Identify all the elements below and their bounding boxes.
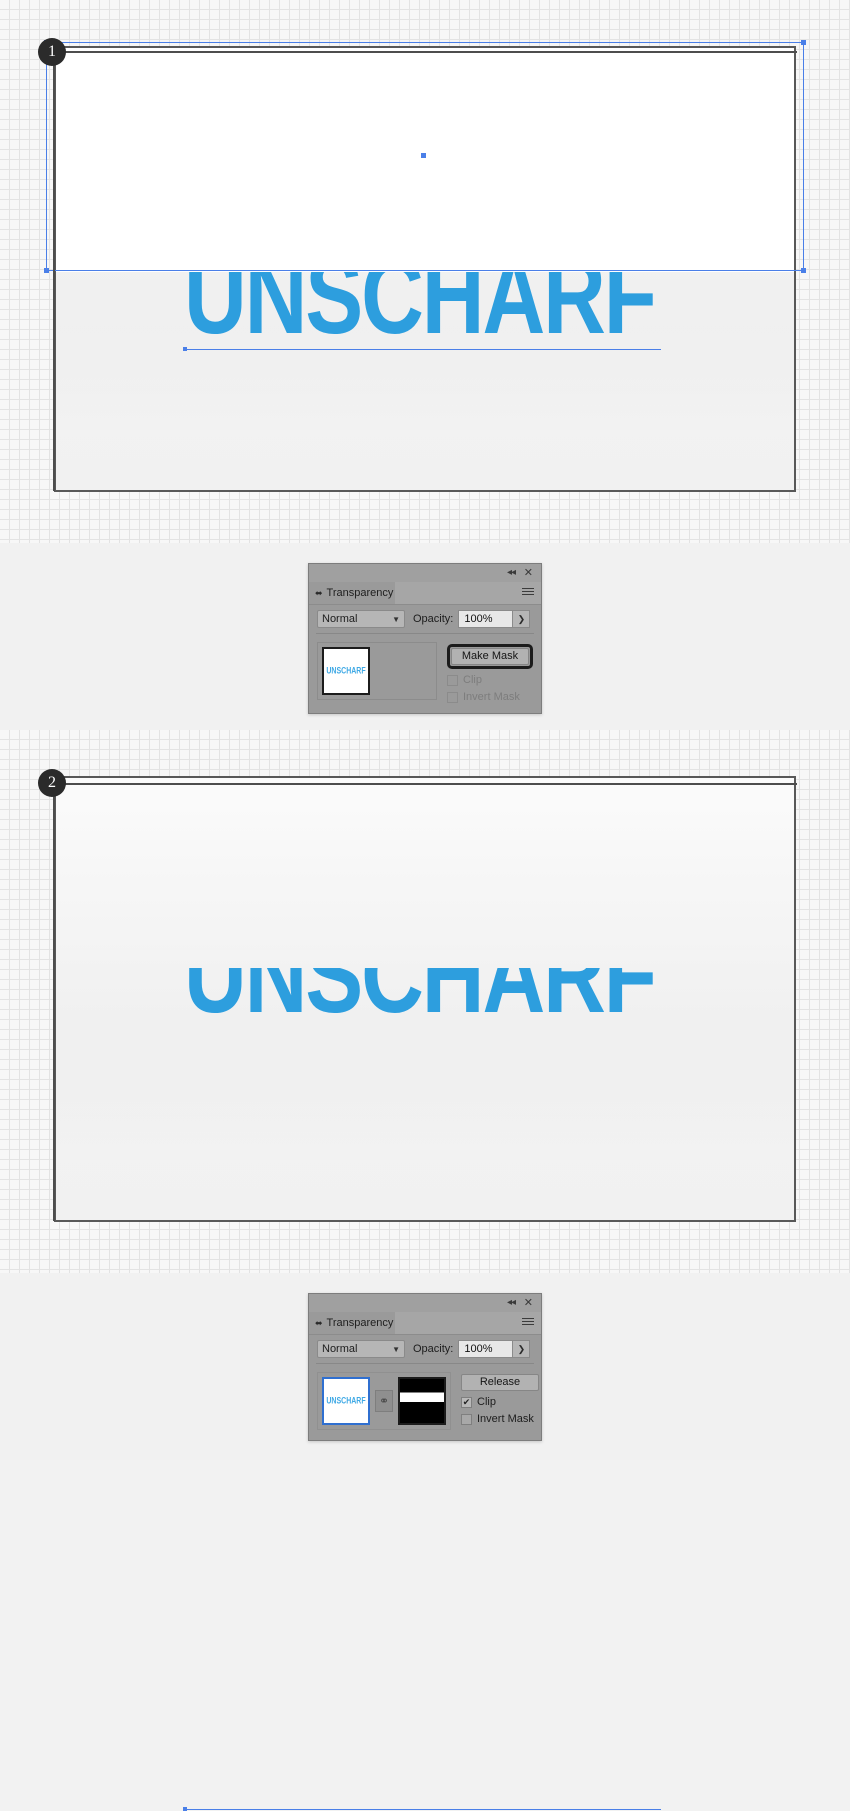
panel-body-1: UNSCHARF Make Mask Clip Invert Mask — [309, 634, 541, 713]
reflection-text-2: UNSCHARF — [184, 1080, 784, 1220]
tab-transparency-2[interactable]: ⬌ Transparency — [309, 1312, 395, 1334]
collapse-panel-icon[interactable]: ◂◂ — [507, 1297, 516, 1308]
clip-checkbox-1[interactable] — [447, 674, 458, 686]
clip-label-1: Clip — [463, 674, 482, 686]
blend-mode-select-1[interactable]: Normal ▼ — [317, 610, 405, 628]
release-button-wrap: Release — [461, 1374, 539, 1391]
blend-mode-value-2: Normal — [322, 1343, 358, 1355]
mask-thumbnail[interactable] — [398, 1377, 446, 1425]
leader-line-v-1 — [53, 51, 55, 491]
panel-tabstrip-1: ⬌ Transparency — [309, 582, 541, 605]
headline-text-2: UNSCHARF — [184, 968, 784, 1080]
collapse-panel-icon[interactable]: ◂◂ — [507, 567, 516, 578]
opacity-stepper-2[interactable]: ❯ — [512, 1340, 531, 1358]
make-mask-button[interactable]: Make Mask — [451, 648, 529, 665]
transparency-panel-2[interactable]: ◂◂ ✕ ⬌ Transparency Normal ▼ Opacity: 10… — [308, 1293, 542, 1441]
clip-label-2: Clip — [477, 1396, 496, 1408]
invert-mask-checkbox-row-1[interactable]: Invert Mask — [447, 691, 533, 703]
clip-checkbox-row-1[interactable]: Clip — [447, 674, 533, 686]
tab-label-2: Transparency — [326, 1317, 394, 1329]
artwork-thumbnail-2[interactable]: UNSCHARF — [322, 1377, 370, 1425]
blend-mode-select-2[interactable]: Normal ▼ — [317, 1340, 405, 1358]
step-2-section: UNSCHARF UNSCHARF 2 — [0, 730, 850, 1811]
opacity-input-2[interactable]: 100% — [458, 1340, 513, 1358]
step-1-section: UNSCHARF UNSCHARF 1 — [0, 0, 850, 543]
chevron-down-icon: ▼ — [392, 614, 400, 624]
close-icon[interactable]: ✕ — [524, 1297, 533, 1308]
invert-mask-checkbox-row-2[interactable]: Invert Mask — [461, 1413, 539, 1425]
invert-mask-label-1: Invert Mask — [463, 691, 520, 703]
baseline-guide-2 — [185, 1809, 661, 1810]
selection-handle-tr[interactable] — [801, 40, 806, 45]
artboard-step-2: UNSCHARF UNSCHARF — [54, 776, 796, 1222]
panel-controls-row-1: Normal ▼ Opacity: 100% ❯ — [309, 605, 541, 633]
panel-body-2: UNSCHARF ⚭ Release ✔ Clip Invert Mask — [309, 1364, 541, 1440]
selection-handle-br[interactable] — [801, 268, 806, 273]
opacity-label-1: Opacity: — [413, 613, 454, 625]
blend-mode-value-1: Normal — [322, 613, 358, 625]
panel-menu-icon-2[interactable] — [522, 1318, 534, 1327]
panel-titlebar-1: ◂◂ ✕ — [309, 564, 541, 582]
clip-checkbox-row-2[interactable]: ✔ Clip — [461, 1396, 539, 1408]
panel-menu-icon-1[interactable] — [522, 588, 534, 597]
invert-mask-checkbox-1[interactable] — [447, 691, 458, 703]
artwork-thumbnail-label-1: UNSCHARF — [326, 666, 366, 676]
make-mask-highlight: Make Mask — [447, 644, 533, 669]
baseline-anchor-2[interactable] — [183, 1807, 187, 1811]
opacity-input-1[interactable]: 100% — [458, 610, 513, 628]
artwork-thumbnail-1[interactable]: UNSCHARF — [322, 647, 370, 695]
panel-toggle-icon[interactable]: ⬌ — [315, 1318, 323, 1329]
leader-line-h-1 — [53, 51, 797, 53]
chevron-down-icon: ▼ — [392, 1344, 400, 1354]
panel-actions-1: Make Mask Clip Invert Mask — [447, 642, 533, 703]
invert-mask-label-2: Invert Mask — [477, 1413, 534, 1425]
link-icon[interactable]: ⚭ — [375, 1390, 393, 1412]
baseline-anchor-1[interactable] — [183, 347, 187, 351]
artwork-thumbnail-label-2: UNSCHARF — [326, 1396, 366, 1406]
step-badge-2: 2 — [38, 769, 66, 797]
panel-titlebar-2: ◂◂ ✕ — [309, 1294, 541, 1312]
baseline-guide-1 — [185, 349, 661, 350]
transparency-panel-1[interactable]: ◂◂ ✕ ⬌ Transparency Normal ▼ Opacity: 10… — [308, 563, 542, 714]
headline-word-2: UNSCHARF — [184, 968, 657, 1036]
leader-line-h-2 — [53, 783, 797, 785]
opacity-label-2: Opacity: — [413, 1343, 454, 1355]
tab-label-1: Transparency — [326, 587, 394, 599]
opacity-stepper-1[interactable]: ❯ — [512, 610, 531, 628]
release-button[interactable]: Release — [461, 1374, 539, 1391]
selection-handle-bl[interactable] — [44, 268, 49, 273]
selection-center-anchor[interactable] — [420, 152, 427, 159]
clip-checkbox-2[interactable]: ✔ — [461, 1396, 472, 1408]
thumbnail-zone-1[interactable]: UNSCHARF — [317, 642, 437, 700]
thumbnail-zone-2[interactable]: UNSCHARF ⚭ — [317, 1372, 451, 1430]
close-icon[interactable]: ✕ — [524, 567, 533, 578]
step-badge-1: 1 — [38, 38, 66, 66]
leader-line-v-2 — [53, 783, 55, 1221]
tab-transparency-1[interactable]: ⬌ Transparency — [309, 582, 395, 604]
panel-controls-row-2: Normal ▼ Opacity: 100% ❯ — [309, 1335, 541, 1363]
invert-mask-checkbox-2[interactable] — [461, 1413, 472, 1425]
reflection-text-1: UNSCHARF — [184, 353, 784, 490]
panel-tabstrip-2: ⬌ Transparency — [309, 1312, 541, 1335]
panel-actions-2: Release ✔ Clip Invert Mask — [461, 1372, 539, 1430]
panel-toggle-icon[interactable]: ⬌ — [315, 588, 323, 599]
